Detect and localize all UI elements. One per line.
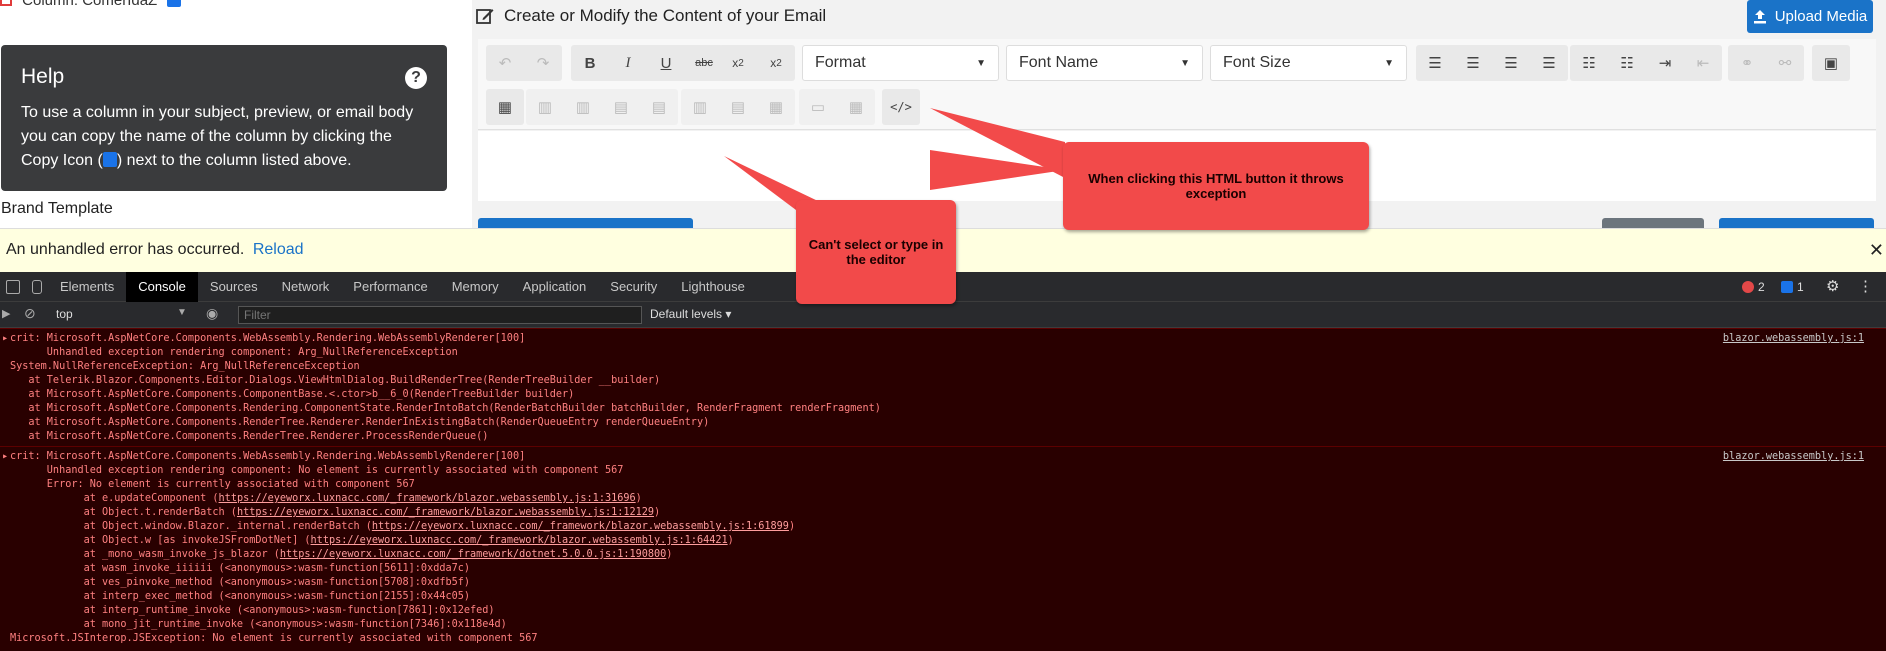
editor-callout: Can't select or type in the editor <box>796 200 956 304</box>
callout-arrows <box>724 108 1065 210</box>
html-button-callout: When clicking this HTML button it throws… <box>1063 142 1369 230</box>
html-button-callout-text: When clicking this HTML button it throws… <box>1088 171 1344 201</box>
editor-callout-text: Can't select or type in the editor <box>808 237 944 267</box>
